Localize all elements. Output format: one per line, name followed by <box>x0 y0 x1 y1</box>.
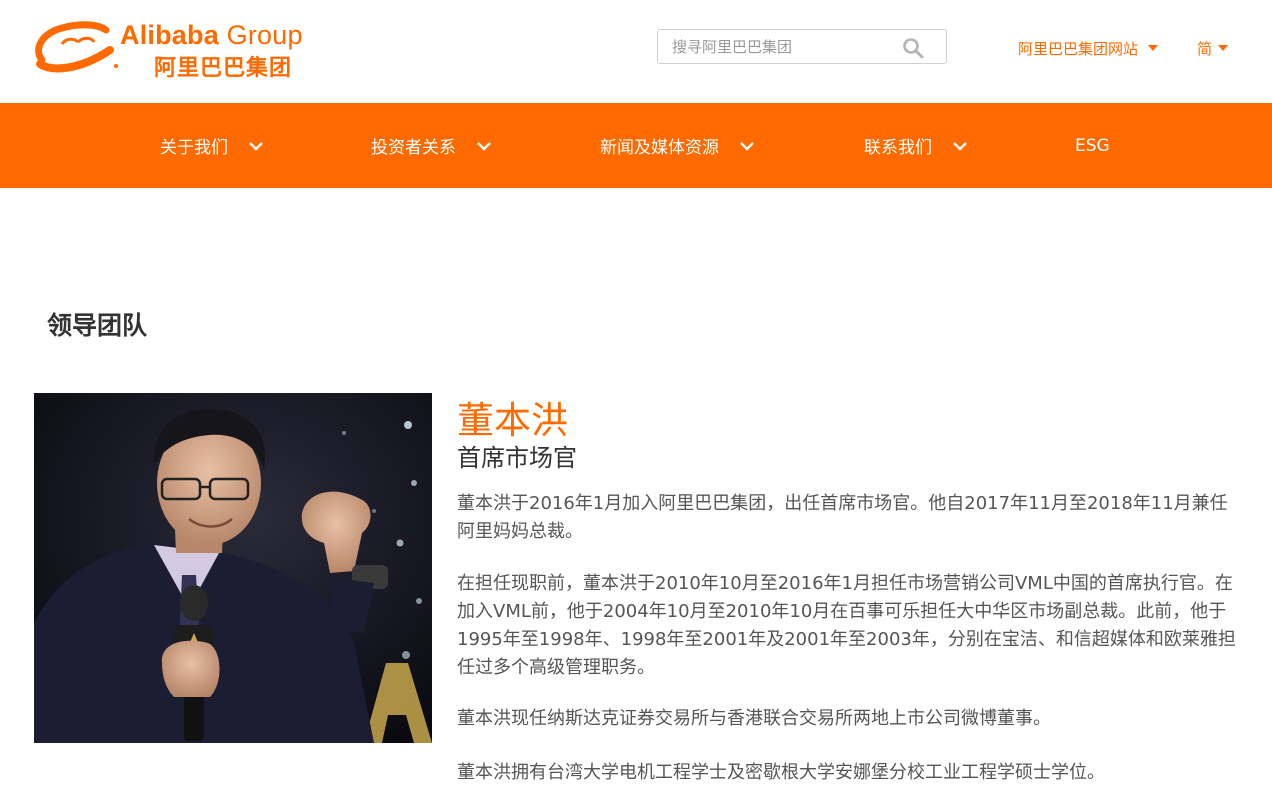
nav-item-news-media[interactable]: 新闻及媒体资源 <box>600 103 755 188</box>
alibaba-sites-label: 阿里巴巴集团网站 <box>1018 40 1139 58</box>
nav-item-investor-relations[interactable]: 投资者关系 <box>371 103 492 188</box>
chevron-down-icon <box>740 141 754 151</box>
bio-paragraph: 董本洪于2016年1月加入阿里巴巴集团，出任首席市场官。他自2017年11月至2… <box>457 493 1228 542</box>
bio-paragraph: 在担任现职前，董本洪于2010年10月至2016年1月担任市场营销公司VML中国… <box>457 573 1236 678</box>
nav-item-label: 联系我们 <box>864 138 932 158</box>
search-input[interactable] <box>672 36 892 58</box>
bio-paragraph: 董本洪现任纳斯达克证券交易所与香港联合交易所两地上市公司微博董事。 <box>457 708 1051 729</box>
nav-item-label: 新闻及媒体资源 <box>600 138 719 158</box>
nav-item-contact[interactable]: 联系我们 <box>864 103 968 188</box>
page-title: 领导团队 <box>47 311 148 340</box>
alibaba-group-logo[interactable]: Alibaba Group 阿里巴巴集团 <box>32 18 342 81</box>
leader-name: 董本洪 <box>457 399 568 442</box>
search-box <box>657 29 947 64</box>
nav-item-label: ESG <box>1075 135 1110 156</box>
chevron-down-icon <box>477 141 491 151</box>
alibaba-sites-dropdown[interactable]: 阿里巴巴集团网站 <box>1018 38 1159 59</box>
chevron-down-icon <box>953 141 967 151</box>
chevron-down-icon <box>249 141 263 151</box>
nav-item-esg[interactable]: ESG <box>1075 103 1110 188</box>
portrait-illustration <box>34 393 432 743</box>
nav-item-label: 关于我们 <box>160 138 228 158</box>
logo-chinese-wordmark: 阿里巴巴集团 <box>154 56 293 81</box>
caret-down-icon <box>1148 45 1159 51</box>
nav-item-about[interactable]: 关于我们 <box>160 103 264 188</box>
alibaba-smile-logo-icon <box>35 21 118 73</box>
language-dropdown[interactable]: 简 <box>1197 38 1229 59</box>
caret-down-icon <box>1218 45 1229 51</box>
leader-title: 首席市场官 <box>457 444 577 472</box>
language-label: 简 <box>1197 40 1213 58</box>
search-icon[interactable] <box>902 37 924 59</box>
logo-wordmark: Alibaba Group <box>120 20 303 50</box>
nav-item-label: 投资者关系 <box>371 138 456 158</box>
bio-paragraph: 董本洪拥有台湾大学电机工程学士及密歇根大学安娜堡分校工业工程学硕士学位。 <box>457 762 1105 783</box>
site-header: Alibaba Group 阿里巴巴集团 阿里巴巴集团网站 简 <box>0 0 1272 103</box>
main-nav: 关于我们 投资者关系 新闻及媒体资源 联系我们 ESG <box>0 103 1272 188</box>
portrait-photo <box>34 393 432 743</box>
